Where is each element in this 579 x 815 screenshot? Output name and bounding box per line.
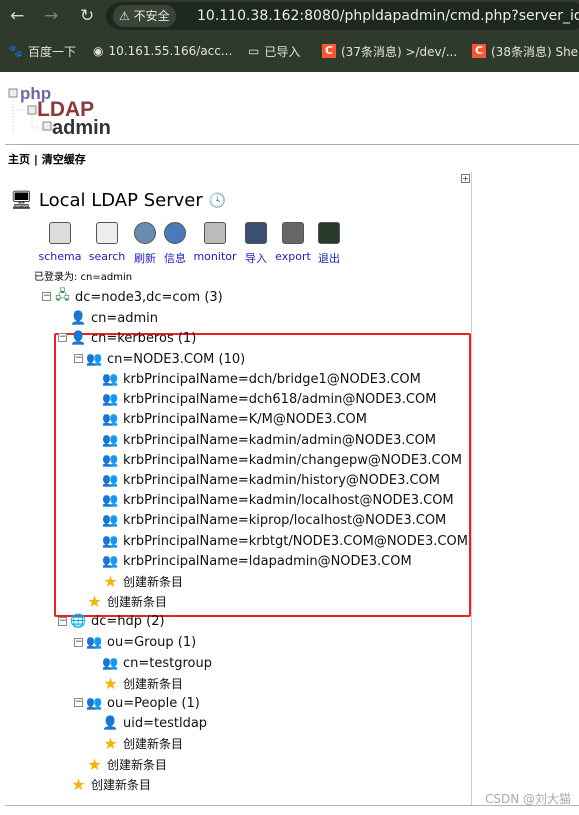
group-icon: 👥: [102, 655, 119, 671]
tree-entry[interactable]: 👥 krbPrincipalName=K/M@NODE3.COM: [102, 410, 367, 430]
tree-entry[interactable]: 👥 krbPrincipalName=dch/bridge1@NODE3.COM: [102, 369, 420, 389]
schema-icon: [49, 222, 71, 244]
group-icon: 👥: [102, 513, 119, 529]
network-icon: 🖧: [55, 288, 70, 303]
collapse-toggle[interactable]: −: [74, 637, 83, 647]
tree-entry[interactable]: 👥 krbPrincipalName=ldapadmin@NODE3.COM: [102, 551, 411, 571]
reload-icon[interactable]: ↻: [80, 0, 94, 31]
group-icon: 👥: [102, 371, 119, 387]
tree-entry[interactable]: 👥 krbPrincipalName=krbtgt/NODE3.COM@NODE3…: [102, 531, 468, 551]
user-icon: 👤: [70, 330, 87, 346]
create-new-entry[interactable]: ★ 创建新条目: [102, 734, 183, 754]
panel-border: [471, 172, 472, 806]
bookmark[interactable]: 🐾 百度一下: [8, 42, 76, 60]
tree-entry[interactable]: 👥 cn=testgroup: [102, 653, 212, 673]
tree-node[interactable]: 👤 cn=kerberos (1): [70, 328, 196, 348]
browser-chrome: ← → ↻ ⚠ 不安全 10.110.38.162:8080/phpldapad…: [0, 0, 579, 72]
tree-node[interactable]: 👥 ou=Group (1): [86, 633, 196, 653]
group-icon: 👥: [102, 472, 119, 488]
server-name: Local LDAP Server: [38, 190, 203, 211]
svg-text:admin: admin: [52, 117, 111, 136]
group-icon: 👥: [102, 493, 119, 509]
person-icon: 👤: [102, 716, 119, 732]
url-text[interactable]: 10.110.38.162:8080/phpldapadmin/cmd.php?…: [197, 5, 579, 27]
home-link[interactable]: 主页: [8, 153, 30, 166]
group-icon: 👥: [86, 695, 103, 711]
phpldapadmin-logo: php LDAP admin: [8, 84, 111, 136]
group-icon: 👥: [102, 432, 119, 448]
collapse-toggle[interactable]: −: [42, 292, 51, 301]
top-links: 主页 | 清空缓存: [8, 153, 86, 166]
collapse-toggle[interactable]: −: [58, 616, 67, 626]
import-icon: [245, 222, 267, 244]
logout-icon: [318, 222, 340, 244]
tree-entry[interactable]: 👥 krbPrincipalName=kadmin/changepw@NODE3.…: [102, 450, 462, 470]
star-icon: ★: [103, 673, 118, 693]
collapse-toggle[interactable]: −: [74, 698, 83, 708]
server-header: 🖥 Local LDAP Server 🕓: [10, 190, 226, 211]
star-icon: ★: [87, 754, 102, 774]
search-icon: [96, 222, 118, 244]
user-icon: 👤: [70, 310, 87, 326]
tree-entry[interactable]: 👥 krbPrincipalName=kadmin/localhost@NODE3…: [102, 491, 453, 511]
bookmark[interactable]: C (37条消息) >/dev/...: [322, 42, 457, 60]
tree-node[interactable]: 🌐 dc=hdp (2): [70, 612, 164, 632]
group-icon: 👥: [102, 412, 119, 428]
bookmark[interactable]: C (38条消息) Shel: [472, 42, 579, 60]
tool-logout[interactable]: 退出: [304, 222, 354, 266]
tree-entry[interactable]: 👤 cn=admin: [70, 308, 158, 328]
globe-icon: 🌐: [70, 614, 87, 630]
create-new-entry[interactable]: ★ 创建新条目: [102, 673, 183, 693]
collapse-toggle[interactable]: −: [74, 354, 83, 364]
export-icon: [282, 222, 304, 244]
forward-icon[interactable]: →: [44, 0, 58, 31]
expand-panel-button[interactable]: +: [461, 174, 470, 183]
divider: [5, 144, 579, 145]
group-icon: 👥: [86, 635, 103, 651]
group-icon: 👥: [86, 351, 103, 367]
star-icon: ★: [87, 592, 102, 612]
csdn-icon: C: [472, 44, 486, 58]
clock-icon[interactable]: 🕓: [209, 193, 226, 209]
tree-entry[interactable]: 👥 krbPrincipalName=kadmin/history@NODE3.C…: [102, 470, 440, 490]
create-new-entry[interactable]: ★ 创建新条目: [102, 571, 183, 591]
purge-cache-link[interactable]: 清空缓存: [42, 153, 86, 166]
computer-icon: 🖥: [10, 190, 33, 211]
tree-entry[interactable]: 👥 krbPrincipalName=dch618/admin@NODE3.COM: [102, 390, 436, 410]
create-new-entry[interactable]: ★ 创建新条目: [70, 774, 151, 794]
globe-icon: ◉: [93, 44, 104, 58]
tree-entry[interactable]: 👤 uid=testldap: [102, 714, 207, 734]
create-new-entry[interactable]: ★ 创建新条目: [86, 754, 167, 774]
csdn-icon: C: [322, 44, 336, 58]
group-icon: 👥: [102, 553, 119, 569]
login-status: 已登录为: cn=admin: [34, 272, 133, 283]
bookmark[interactable]: ◉ 10.161.55.166/acc...: [93, 42, 232, 60]
tree-entry[interactable]: 👥 krbPrincipalName=kiprop/localhost@NODE3…: [102, 511, 446, 531]
back-icon[interactable]: ←: [10, 0, 24, 31]
baidu-icon: 🐾: [8, 44, 23, 58]
star-icon: ★: [103, 571, 118, 591]
tree-node[interactable]: 🖧 dc=node3,dc=com (3): [54, 287, 223, 307]
tool-schema[interactable]: schema: [35, 222, 85, 263]
tree-node[interactable]: 👥 cn=NODE3.COM (10): [86, 349, 245, 369]
create-new-entry[interactable]: ★ 创建新条目: [86, 592, 167, 612]
star-icon: ★: [71, 774, 86, 794]
group-icon: 👥: [102, 392, 119, 408]
monitor-icon: [204, 222, 226, 244]
security-badge[interactable]: ⚠ 不安全: [113, 5, 176, 27]
group-icon: 👥: [102, 533, 119, 549]
info-icon: [164, 222, 186, 244]
watermark: CSDN @刘大猫: [484, 792, 571, 806]
star-icon: ★: [103, 734, 118, 754]
tree-node[interactable]: 👥 ou=People (1): [86, 693, 199, 713]
collapse-toggle[interactable]: −: [58, 333, 67, 343]
tree-entry[interactable]: 👥 krbPrincipalName=kadmin/admin@NODE3.COM: [102, 430, 436, 450]
folder-icon: ▭: [248, 44, 260, 58]
bookmark[interactable]: ▭ 已导入: [248, 42, 300, 60]
group-icon: 👥: [102, 452, 119, 468]
